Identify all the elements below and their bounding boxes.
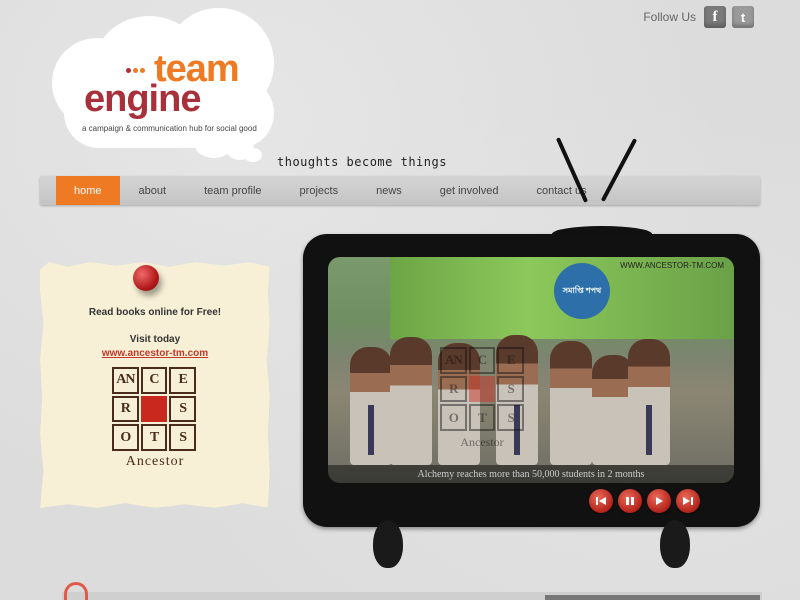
poster-badge: সমাপ্তি শপথ	[554, 263, 610, 319]
twitter-icon[interactable]: t	[732, 6, 754, 28]
slide-caption: Alchemy reaches more than 50,000 student…	[328, 465, 734, 483]
pushpin-icon	[133, 265, 159, 291]
nav-home[interactable]: home	[56, 176, 120, 205]
slideshow-screen[interactable]: সমাপ্তি শপথ WWW.ANCESTOR-TM.COM AN C E RS …	[328, 257, 734, 483]
pause-icon[interactable]	[618, 489, 642, 513]
tv-leg-left	[373, 520, 403, 568]
note-visit-label: Visit today	[129, 334, 181, 345]
paperclip-icon	[64, 582, 88, 600]
rewind-icon[interactable]	[589, 489, 613, 513]
facebook-icon[interactable]: f	[704, 6, 726, 28]
ancestor-watermark: AN C E RS OTS	[440, 347, 524, 431]
ancestor-link[interactable]: www.ancestor-tm.com	[40, 348, 270, 359]
slideshow-controls	[589, 489, 700, 513]
ancestor-brand: Ancestor	[125, 454, 185, 469]
nav-get-involved[interactable]: get involved	[421, 176, 518, 205]
logo-dots	[126, 60, 152, 73]
footer-bar	[545, 595, 760, 600]
main-nav: home about team profile projects news ge…	[40, 176, 760, 205]
follow-us: Follow Us f t	[643, 6, 754, 28]
nav-team-profile[interactable]: team profile	[185, 176, 280, 205]
nav-about[interactable]: about	[120, 176, 186, 205]
tv-leg-right	[660, 520, 690, 568]
slide-poster: সমাপ্তি শপথ WWW.ANCESTOR-TM.COM	[390, 257, 734, 339]
logo-subtitle: a campaign & communication hub for socia…	[82, 124, 257, 133]
slide-site-label: WWW.ANCESTOR-TM.COM	[620, 261, 724, 270]
tagline: thoughts become things	[277, 155, 447, 169]
play-icon[interactable]	[647, 489, 671, 513]
forward-icon[interactable]	[676, 489, 700, 513]
nav-contact-us[interactable]: contact us	[517, 176, 605, 205]
nav-projects[interactable]: projects	[281, 176, 358, 205]
watermark-brand: Ancestor	[460, 435, 504, 449]
logo-engine-text: engine	[84, 78, 201, 120]
nav-news[interactable]: news	[357, 176, 421, 205]
ancestor-logo[interactable]: AN C E RS OTS	[112, 367, 196, 451]
note-headline: Read books online for Free!	[88, 307, 222, 318]
logo[interactable]: team engine a campaign & communication h…	[44, 8, 280, 168]
follow-us-label: Follow Us	[643, 10, 696, 24]
